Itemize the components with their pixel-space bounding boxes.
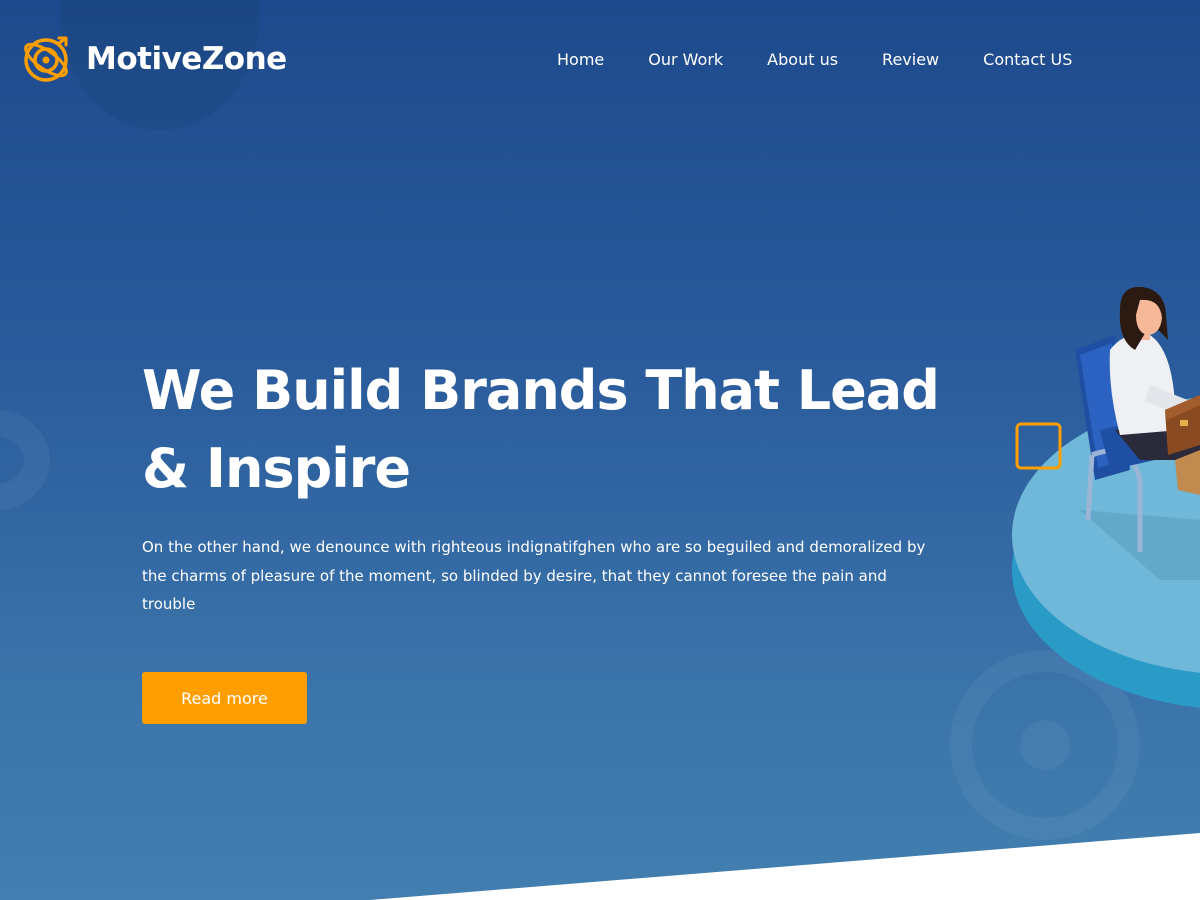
headline-line-2: & Inspire <box>142 437 411 500</box>
nav-item-contact-us[interactable]: Contact US <box>983 50 1072 69</box>
nav-item-about-us[interactable]: About us <box>767 50 838 69</box>
brand-logo[interactable]: MotiveZone <box>20 32 287 86</box>
hero-headline: We Build Brands That Lead & Inspire <box>142 352 942 508</box>
brand-name: MotiveZone <box>86 41 287 77</box>
nav-item-our-work[interactable]: Our Work <box>648 50 723 69</box>
nav-item-home[interactable]: Home <box>557 50 604 69</box>
hero-section: MotiveZone Home Our Work About us Review… <box>0 0 1200 900</box>
main-nav: Home Our Work About us Review Contact US <box>557 50 1072 69</box>
headline-line-1: We Build Brands That Lead <box>142 359 940 422</box>
woman-at-desk-illustration <box>1012 286 1200 708</box>
hero-paragraph: On the other hand, we denounce with righ… <box>142 538 926 613</box>
decorative-circle <box>0 410 50 510</box>
nav-item-review[interactable]: Review <box>882 50 939 69</box>
target-arrow-icon <box>24 36 68 82</box>
read-more-button[interactable]: Read more <box>142 672 307 724</box>
